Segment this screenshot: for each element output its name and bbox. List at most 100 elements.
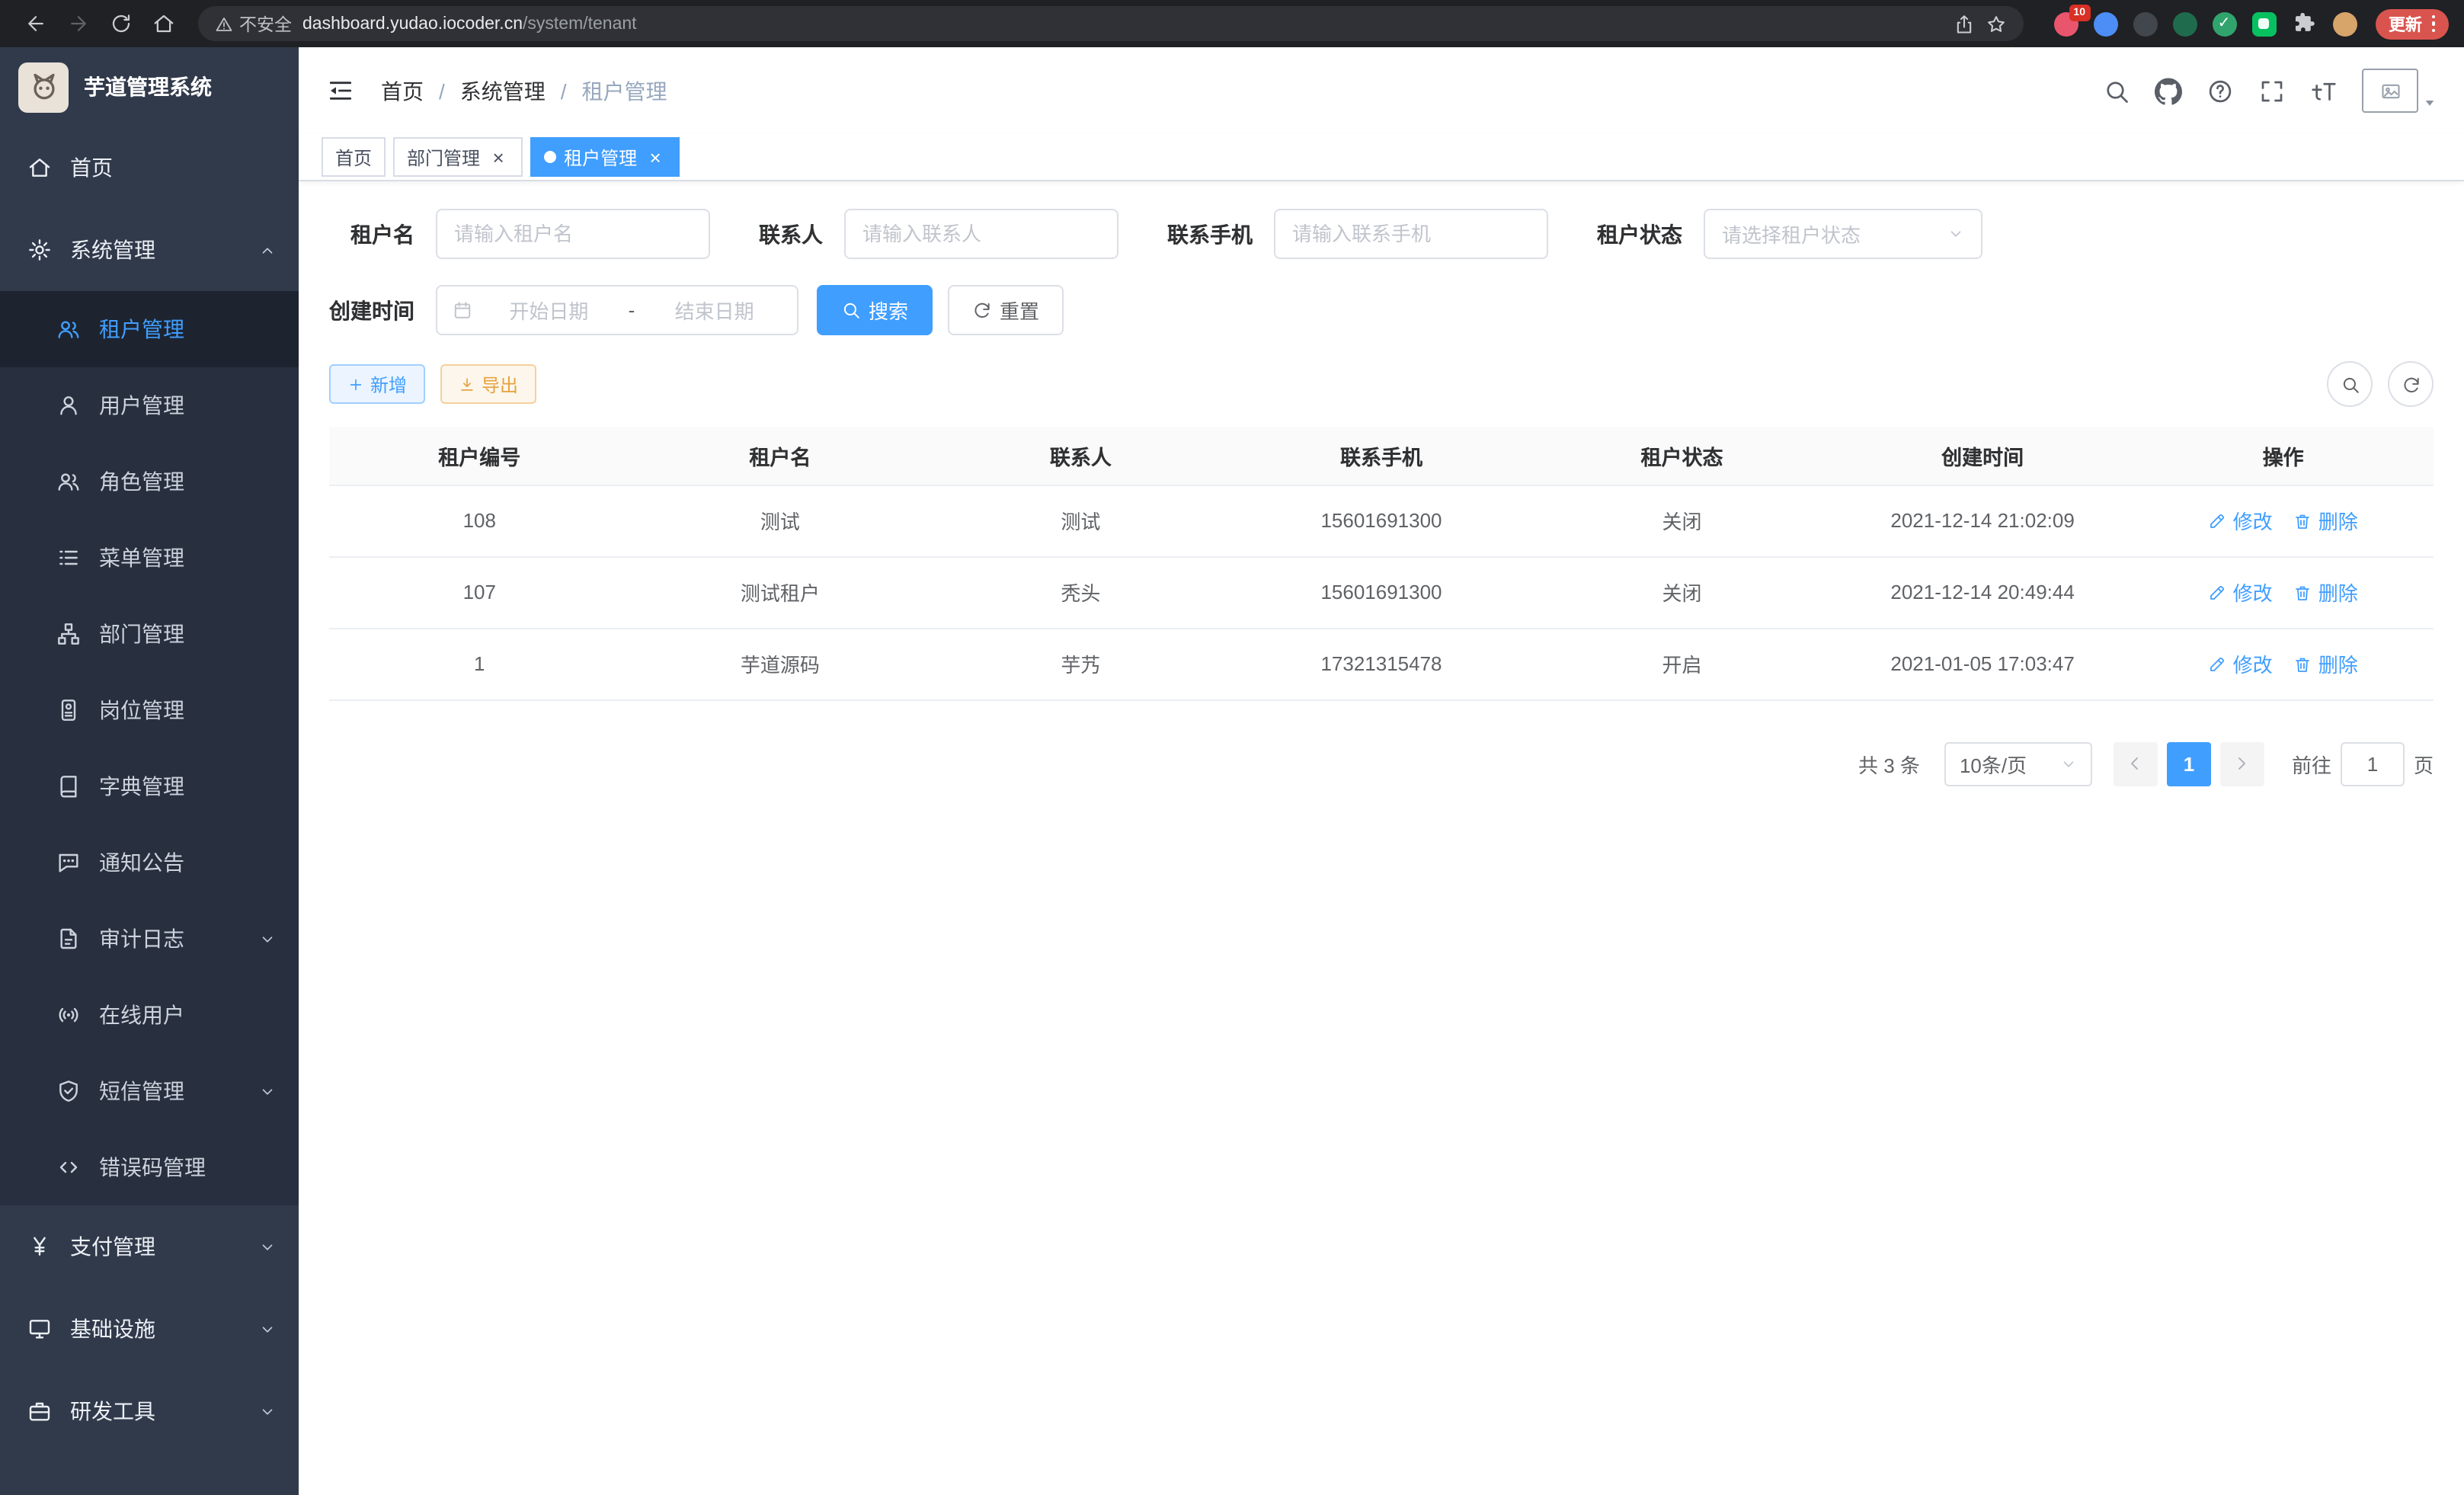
page-number-button[interactable]: 1 bbox=[2167, 741, 2211, 786]
github-button[interactable] bbox=[2155, 77, 2182, 104]
edit-label: 修改 bbox=[2233, 506, 2273, 535]
goto-page-input[interactable] bbox=[2341, 741, 2405, 786]
url-path: /system/tenant bbox=[523, 14, 637, 33]
extension-icon-4[interactable] bbox=[2172, 11, 2197, 36]
sidebar-item-label: 首页 bbox=[70, 152, 113, 183]
extension-icon-2[interactable] bbox=[2093, 11, 2117, 36]
devtool-icon bbox=[27, 1399, 52, 1423]
sidebar-item-tenant[interactable]: 租户管理 bbox=[0, 291, 299, 367]
app-logo[interactable]: 芋道管理系统 bbox=[0, 47, 299, 126]
extension-icon-6[interactable] bbox=[2251, 11, 2276, 36]
toggle-search-button[interactable] bbox=[2327, 361, 2373, 407]
sidebar-item-audit-log[interactable]: 审计日志 bbox=[0, 901, 299, 977]
tab-dept[interactable]: 部门管理 × bbox=[393, 137, 523, 177]
delete-link[interactable]: 删除 bbox=[2294, 578, 2358, 607]
home-button[interactable] bbox=[143, 4, 183, 43]
user-avatar-menu[interactable] bbox=[2362, 69, 2437, 113]
cell-tenant-name: 测试租户 bbox=[630, 556, 931, 628]
chevron-right-icon bbox=[2233, 754, 2251, 773]
sidebar-item-online[interactable]: 在线用户 bbox=[0, 977, 299, 1053]
sidebar-item-notice[interactable]: 通知公告 bbox=[0, 824, 299, 901]
close-icon[interactable]: × bbox=[645, 146, 666, 168]
breadcrumb-item[interactable]: 首页 bbox=[381, 75, 424, 106]
chevron-down-icon bbox=[259, 1083, 276, 1100]
delete-link[interactable]: 删除 bbox=[2294, 649, 2358, 678]
edit-icon bbox=[2209, 655, 2227, 673]
dept-icon bbox=[56, 622, 81, 646]
app-title: 芋道管理系统 bbox=[84, 72, 212, 102]
close-icon[interactable]: × bbox=[488, 146, 509, 168]
search-button-label: 搜索 bbox=[869, 296, 908, 325]
sidebar-item-label: 基础设施 bbox=[70, 1314, 155, 1344]
security-indicator[interactable]: 不安全 bbox=[215, 11, 292, 36]
share-icon[interactable] bbox=[1953, 13, 1974, 34]
role-icon bbox=[56, 469, 81, 494]
delete-link[interactable]: 删除 bbox=[2294, 506, 2358, 535]
date-range-picker[interactable]: 开始日期 - 结束日期 bbox=[436, 285, 798, 335]
url-bar[interactable]: 不安全 dashboard.yudao.iocoder.cn/system/te… bbox=[198, 6, 2023, 41]
sidebar-item-payment[interactable]: 支付管理 bbox=[0, 1205, 299, 1288]
sidebar-item-role[interactable]: 角色管理 bbox=[0, 443, 299, 520]
reset-button[interactable]: 重置 bbox=[948, 285, 1064, 335]
update-button[interactable]: 更新 bbox=[2375, 8, 2449, 39]
fold-icon[interactable] bbox=[326, 76, 355, 105]
back-button[interactable] bbox=[15, 4, 55, 43]
profile-avatar-icon[interactable] bbox=[2332, 11, 2357, 36]
phone-input[interactable] bbox=[1274, 209, 1548, 259]
page-suffix: 页 bbox=[2414, 749, 2434, 778]
fullscreen-button[interactable] bbox=[2258, 77, 2286, 104]
sidebar-item-system[interactable]: 系统管理 bbox=[0, 209, 299, 291]
sidebar-item-errcode[interactable]: 错误码管理 bbox=[0, 1129, 299, 1205]
search-icon bbox=[841, 300, 861, 320]
cell-phone: 17321315478 bbox=[1231, 628, 1532, 699]
cell-tenant-id: 107 bbox=[329, 556, 630, 628]
header-search-button[interactable] bbox=[2103, 77, 2130, 104]
filter-phone: 联系手机 bbox=[1167, 209, 1548, 259]
sidebar-item-dict[interactable]: 字典管理 bbox=[0, 748, 299, 824]
star-icon[interactable] bbox=[1985, 13, 2006, 34]
export-button[interactable]: 导出 bbox=[440, 364, 536, 404]
table-toolbar: 新增 导出 bbox=[329, 361, 2434, 407]
font-size-button[interactable] bbox=[2310, 77, 2338, 104]
sidebar-item-menu[interactable]: 菜单管理 bbox=[0, 520, 299, 596]
sidebar-item-infra[interactable]: 基础设施 bbox=[0, 1288, 299, 1370]
tab-label: 租户管理 bbox=[564, 144, 637, 170]
help-button[interactable] bbox=[2206, 77, 2234, 104]
tab-home[interactable]: 首页 bbox=[322, 137, 386, 177]
edit-link[interactable]: 修改 bbox=[2209, 649, 2273, 678]
contact-input[interactable] bbox=[844, 209, 1118, 259]
extension-icon-3[interactable] bbox=[2133, 11, 2157, 36]
post-icon bbox=[56, 698, 81, 722]
extension-icon-1[interactable]: 10 bbox=[2053, 11, 2078, 36]
notice-icon bbox=[56, 850, 81, 875]
cell-contact: 芋艿 bbox=[930, 628, 1231, 699]
online-icon bbox=[56, 1003, 81, 1027]
chevron-down-icon bbox=[259, 1403, 276, 1420]
update-label: 更新 bbox=[2389, 11, 2422, 36]
prev-page-button[interactable] bbox=[2114, 741, 2158, 786]
tenant-name-input[interactable] bbox=[436, 209, 710, 259]
puzzle-icon[interactable] bbox=[2291, 11, 2317, 37]
page-size-select[interactable]: 10条/页 bbox=[1944, 741, 2092, 786]
sidebar-item-devtools[interactable]: 研发工具 bbox=[0, 1370, 299, 1452]
sidebar-item-sms[interactable]: 短信管理 bbox=[0, 1053, 299, 1129]
search-button[interactable]: 搜索 bbox=[817, 285, 933, 335]
reload-button[interactable] bbox=[101, 4, 140, 43]
tab-tenant[interactable]: 租户管理 × bbox=[530, 137, 680, 177]
status-select[interactable]: 请选择租户状态 bbox=[1704, 209, 1982, 259]
edit-link[interactable]: 修改 bbox=[2209, 506, 2273, 535]
sidebar-item-post[interactable]: 岗位管理 bbox=[0, 672, 299, 748]
sidebar-item-dept[interactable]: 部门管理 bbox=[0, 596, 299, 672]
breadcrumb-item[interactable]: 系统管理 bbox=[424, 75, 546, 106]
forward-button[interactable] bbox=[58, 4, 98, 43]
add-button[interactable]: 新增 bbox=[329, 364, 425, 404]
sidebar-item-home[interactable]: 首页 bbox=[0, 126, 299, 209]
sidebar-item-user[interactable]: 用户管理 bbox=[0, 367, 299, 443]
next-page-button[interactable] bbox=[2220, 741, 2264, 786]
warning-icon bbox=[215, 14, 233, 33]
refresh-table-button[interactable] bbox=[2388, 361, 2434, 407]
start-date-placeholder: 开始日期 bbox=[482, 296, 616, 325]
extension-icon-5[interactable]: ✓ bbox=[2212, 11, 2236, 36]
sidebar-item-label: 审计日志 bbox=[99, 924, 184, 954]
edit-link[interactable]: 修改 bbox=[2209, 578, 2273, 607]
